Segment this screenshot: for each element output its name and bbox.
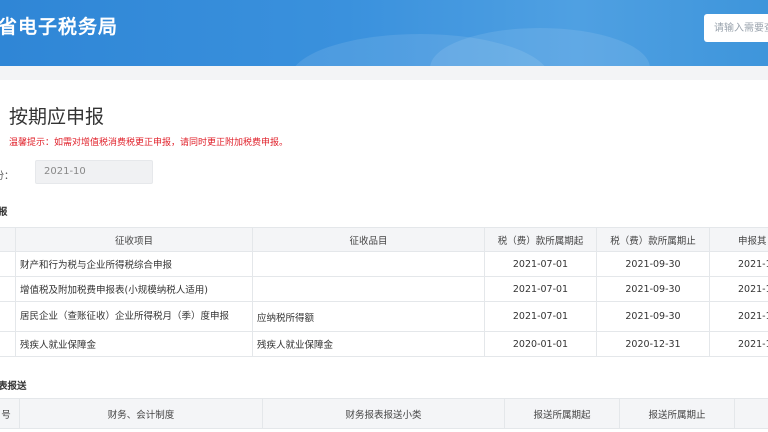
column-header xyxy=(0,227,16,252)
top-banner: 省电子税务局 xyxy=(0,0,768,66)
category-cell: 残疾人就业保障金 xyxy=(252,331,485,357)
end-cell: 2021-09-30 xyxy=(596,276,710,302)
period-field[interactable]: 2021-10 xyxy=(35,160,153,184)
column-header-index: 号 xyxy=(0,398,20,429)
period-label: 份： xyxy=(0,171,14,182)
row-checkbox-cell[interactable] xyxy=(0,251,16,277)
column-header-category: 征收品目 xyxy=(252,227,485,252)
report-table: 号 财务、会计制度 财务报表报送小类 报送所属期起 报送所属期止 xyxy=(0,398,768,429)
category-cell xyxy=(252,276,485,302)
table-row[interactable]: 居民企业（查账征收）企业所得税月（季）度申报 应纳税所得额 2021-07-01… xyxy=(0,301,768,332)
column-header-deadline: 申报其 xyxy=(709,227,768,252)
column-header-report-subtype: 财务报表报送小类 xyxy=(262,398,505,429)
warm-tip: 温馨提示：如需对增值税消费税更正申报，请同时更正附加税费申报。 xyxy=(9,138,289,148)
column-header-accounting-system: 财务、会计制度 xyxy=(19,398,263,429)
category-cell: 应纳税所得额 xyxy=(252,301,485,332)
start-cell: 2020-01-01 xyxy=(484,331,597,357)
table-header-row: 征收项目 征收品目 税（费）款所属期起 税（费）款所属期止 申报其 xyxy=(0,227,768,252)
deadline-cell: 2021-1 xyxy=(709,276,768,302)
item-cell: 居民企业（查账征收）企业所得税月（季）度申报 xyxy=(15,301,253,332)
row-checkbox-cell[interactable] xyxy=(0,301,16,332)
column-header-start: 税（费）款所属期起 xyxy=(484,227,597,252)
row-checkbox-cell[interactable] xyxy=(0,276,16,302)
row-checkbox-cell[interactable] xyxy=(0,331,16,357)
deadline-cell: 2021-1 xyxy=(709,331,768,357)
item-cell: 增值税及附加税费申报表(小规模纳税人适用) xyxy=(15,276,253,302)
end-cell: 2020-12-31 xyxy=(596,331,710,357)
category-cell xyxy=(252,251,485,277)
end-cell: 2021-09-30 xyxy=(596,251,710,277)
banner-decoration xyxy=(430,28,650,66)
column-header-item: 征收项目 xyxy=(15,227,253,252)
table-row[interactable]: 财产和行为税与企业所得税综合申报 2021-07-01 2021-09-30 2… xyxy=(0,251,768,277)
deadline-cell: 2021-1 xyxy=(709,301,768,332)
main-panel: 按期应申报 温馨提示：如需对增值税消费税更正申报，请同时更正附加税费申报。 份：… xyxy=(0,80,768,432)
table-row[interactable]: 增值税及附加税费申报表(小规模纳税人适用) 2021-07-01 2021-09… xyxy=(0,276,768,302)
table-header-row: 号 财务、会计制度 财务报表报送小类 报送所属期起 报送所属期止 xyxy=(0,398,768,429)
column-header-report-end: 报送所属期止 xyxy=(619,398,735,429)
start-cell: 2021-07-01 xyxy=(484,276,597,302)
item-cell: 残疾人就业保障金 xyxy=(15,331,253,357)
deadline-cell: 2021-1 xyxy=(709,251,768,277)
start-cell: 2021-07-01 xyxy=(484,301,597,332)
end-cell: 2021-09-30 xyxy=(596,301,710,332)
table-row[interactable]: 残疾人就业保障金 残疾人就业保障金 2020-01-01 2020-12-31 … xyxy=(0,331,768,357)
declare-table: 征收项目 征收品目 税（费）款所属期起 税（费）款所属期止 申报其 财产和行为税… xyxy=(0,227,768,357)
declare-section-title: 报 xyxy=(0,207,8,218)
search-input[interactable] xyxy=(704,14,768,42)
start-cell: 2021-07-01 xyxy=(484,251,597,277)
column-header xyxy=(734,398,768,429)
column-header-end: 税（费）款所属期止 xyxy=(596,227,710,252)
report-section-title: 表报送 xyxy=(0,381,27,392)
column-header-report-start: 报送所属期起 xyxy=(504,398,620,429)
page-title: 按期应申报 xyxy=(9,106,105,128)
item-cell: 财产和行为税与企业所得税综合申报 xyxy=(15,251,253,277)
site-title: 省电子税务局 xyxy=(0,16,119,38)
